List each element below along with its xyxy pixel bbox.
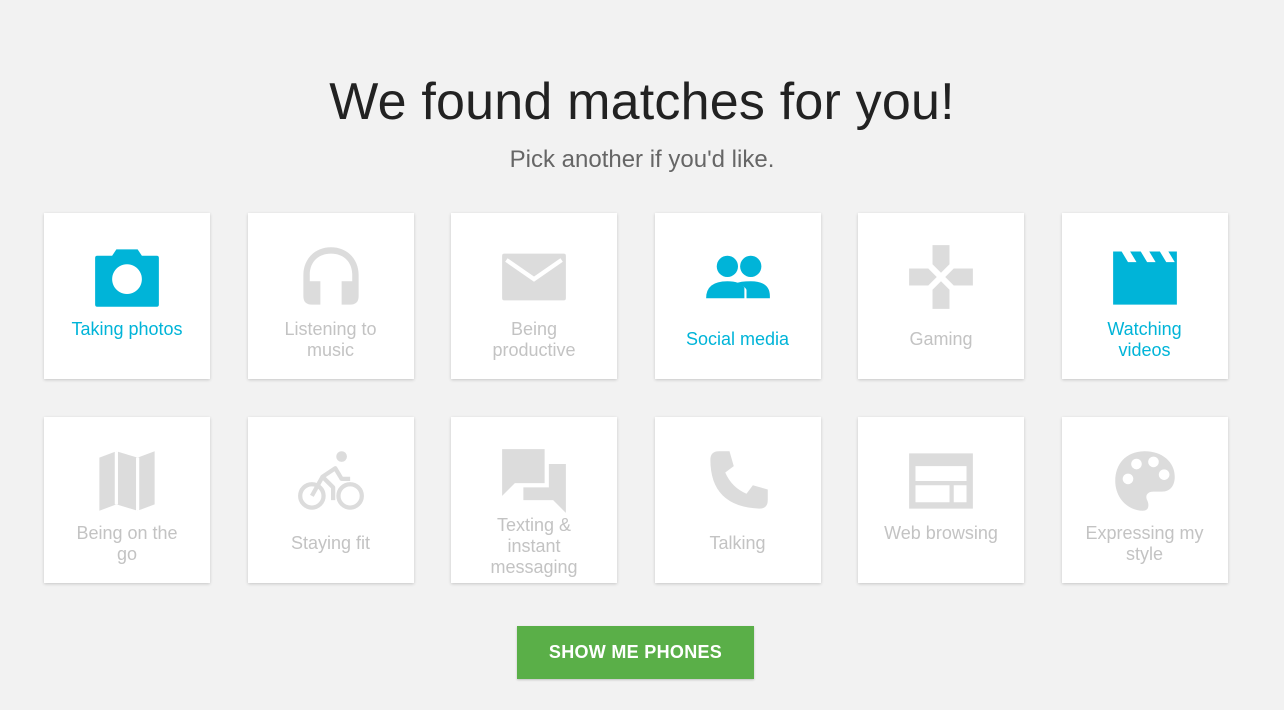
page-subtitle: Pick another if you'd like. — [509, 146, 775, 173]
category-label: Texting & instant messaging — [490, 515, 578, 577]
category-card-talking[interactable]: Talking — [654, 417, 821, 583]
category-card-web-browsing[interactable]: Web browsing — [858, 417, 1024, 583]
category-card-staying-fit[interactable]: Staying fit — [247, 417, 414, 583]
category-label: Listening to music — [284, 319, 377, 360]
page-title: We found matches for you! — [329, 73, 955, 131]
category-label: Talking — [709, 533, 766, 553]
category-grid: Taking photos Listening to music Being p… — [44, 213, 1228, 583]
category-label: Social media — [685, 329, 790, 349]
category-card-being-productive[interactable]: Being productive — [451, 213, 617, 379]
category-card-watching-videos[interactable]: Watching videos — [1061, 213, 1228, 379]
category-card-texting[interactable]: Texting & instant messaging — [451, 417, 617, 583]
category-label: Staying fit — [290, 533, 371, 553]
category-label: Taking photos — [71, 319, 183, 339]
category-card-taking-photos[interactable]: Taking photos — [44, 213, 210, 379]
category-label: Being on the go — [76, 523, 178, 564]
gamepad-icon — [905, 241, 977, 313]
category-label: Gaming — [909, 329, 973, 349]
category-label: Web browsing — [884, 523, 998, 543]
map-icon — [91, 445, 163, 517]
category-label: Being productive — [492, 319, 576, 360]
category-card-listening-to-music[interactable]: Listening to music — [247, 213, 414, 379]
bicycle-icon — [295, 445, 367, 517]
category-card-social-media[interactable]: Social media — [654, 213, 821, 379]
show-me-phones-button[interactable]: SHOW ME PHONES — [517, 626, 754, 679]
category-label: Watching videos — [1107, 319, 1182, 360]
page: We found matches for you! Pick another i… — [0, 0, 1284, 710]
palette-icon — [1109, 445, 1181, 517]
category-card-being-on-the-go[interactable]: Being on the go — [44, 417, 210, 583]
camera-icon — [91, 241, 163, 313]
phone-icon — [702, 445, 774, 517]
category-card-expressing-my-style[interactable]: Expressing my style — [1061, 417, 1228, 583]
chat-icon — [498, 445, 570, 517]
people-icon — [702, 241, 774, 313]
headphones-icon — [295, 241, 367, 313]
clapperboard-icon — [1109, 241, 1181, 313]
browser-icon — [905, 445, 977, 517]
category-card-gaming[interactable]: Gaming — [858, 213, 1024, 379]
category-label: Expressing my style — [1085, 523, 1204, 564]
mail-icon — [498, 241, 570, 313]
